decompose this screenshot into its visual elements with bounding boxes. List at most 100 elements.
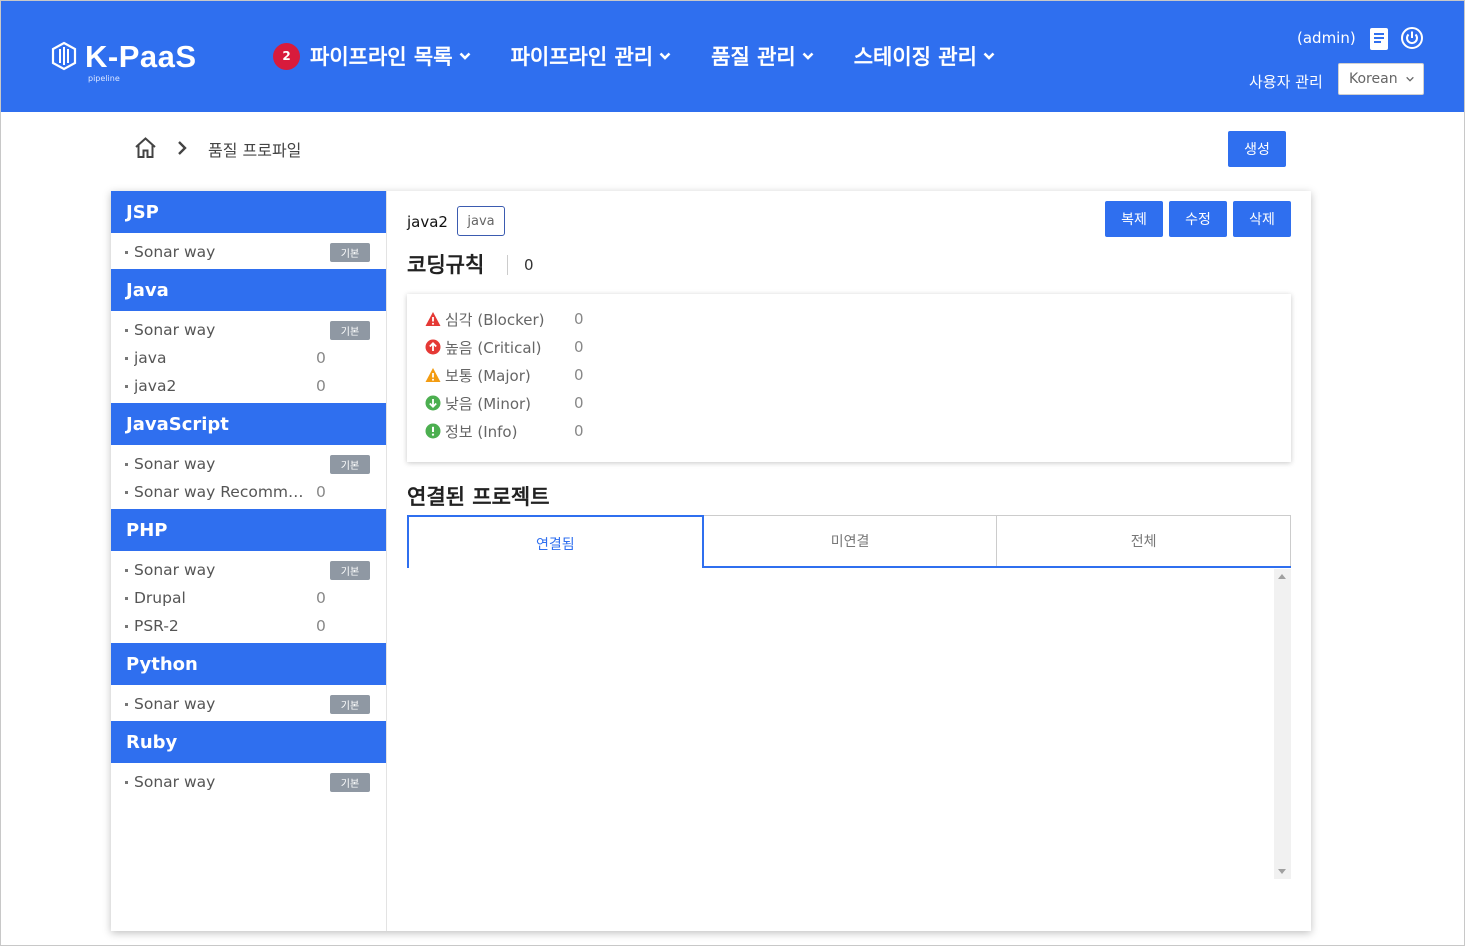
- severity-count[interactable]: 0: [574, 422, 584, 440]
- default-badge: 기본: [330, 773, 370, 792]
- main-nav: 2 파이프라인 목록 파이프라인 관리 품질 관리 스테이징 관리: [273, 41, 1035, 71]
- severity-label: 정보 (Info): [445, 422, 518, 441]
- profile-item[interactable]: Sonar way 기본: [111, 690, 386, 718]
- coding-rules-count[interactable]: 0: [524, 256, 534, 274]
- top-header: K-PaaS pipeline 2 파이프라인 목록 파이프라인 관리 품질 관…: [1, 1, 1464, 112]
- scroll-up-arrow-icon[interactable]: [1278, 574, 1286, 579]
- critical-icon: [425, 339, 441, 355]
- profile-item[interactable]: PSR-2 0: [111, 612, 386, 640]
- profile-item[interactable]: Sonar way 기본: [111, 238, 386, 266]
- logo-subtitle: pipeline: [88, 74, 120, 83]
- language-value: Korean: [1349, 71, 1398, 87]
- severity-label: 낮음 (Minor): [445, 394, 532, 413]
- profile-name: java: [134, 349, 167, 367]
- current-user[interactable]: (admin): [1297, 29, 1356, 47]
- severity-count[interactable]: 0: [574, 366, 584, 384]
- language-header-jsp: JSP: [111, 191, 386, 233]
- chevron-right-icon: [178, 141, 187, 155]
- chevron-down-icon: [802, 52, 814, 60]
- tab-unlinked[interactable]: 미연결: [703, 515, 998, 566]
- severity-label: 보통 (Major): [445, 366, 531, 385]
- chevron-down-icon: [459, 52, 470, 60]
- severity-summary: 심각 (Blocker) 0 높음 (Critical) 0 보통 (Major…: [407, 294, 1291, 462]
- bullet-icon: [125, 568, 128, 572]
- chevron-down-icon: [659, 52, 671, 60]
- home-icon[interactable]: [134, 136, 157, 159]
- language-header-php: PHP: [111, 509, 386, 551]
- default-badge: 기본: [330, 455, 370, 474]
- nav-label: 스테이징 관리: [853, 45, 977, 69]
- severity-row-info: 정보 (Info) 0: [425, 420, 584, 442]
- profile-item[interactable]: Sonar way 기본: [111, 556, 386, 584]
- profile-item[interactable]: Sonar way 기본: [111, 768, 386, 796]
- bullet-icon: [125, 702, 128, 706]
- bullet-icon: [125, 384, 128, 388]
- user-management-link[interactable]: 사용자 관리: [1249, 71, 1323, 92]
- tab-linked[interactable]: 연결됨: [407, 515, 704, 568]
- coding-rules-title: 코딩규칙: [407, 253, 485, 277]
- severity-label: 높음 (Critical): [445, 338, 542, 357]
- manual-book-icon[interactable]: [1369, 27, 1389, 51]
- delete-button[interactable]: 삭제: [1233, 201, 1291, 237]
- logo-text: K-PaaS: [85, 39, 197, 74]
- profile-item[interactable]: java2 0: [111, 372, 386, 400]
- scroll-down-arrow-icon[interactable]: [1278, 869, 1286, 874]
- major-icon: [425, 368, 441, 382]
- severity-count[interactable]: 0: [574, 338, 584, 356]
- project-list: [407, 569, 1291, 879]
- profile-count: 0: [316, 589, 326, 607]
- profile-title: java2: [407, 213, 448, 231]
- tab-all[interactable]: 전체: [997, 515, 1292, 566]
- nav-pipeline-manage[interactable]: 파이프라인 관리: [511, 41, 672, 71]
- copy-button[interactable]: 복제: [1105, 201, 1163, 237]
- logout-power-icon[interactable]: [1400, 26, 1424, 50]
- logo[interactable]: K-PaaS pipeline: [51, 39, 197, 83]
- nav-pipeline-list[interactable]: 2 파이프라인 목록: [273, 41, 471, 71]
- language-header-python: Python: [111, 643, 386, 685]
- nav-quality-manage[interactable]: 품질 관리: [711, 41, 814, 71]
- profile-list: Sonar way 기본 Sonar way Recommended 0: [111, 445, 386, 509]
- profile-name: Drupal: [134, 589, 186, 607]
- bullet-icon: [125, 624, 128, 628]
- chevron-down-icon: [983, 52, 995, 60]
- severity-count[interactable]: 0: [574, 310, 584, 328]
- edit-button[interactable]: 수정: [1169, 201, 1227, 237]
- language-sidebar: JSP Sonar way 기본 Java Sonar way 기본 java 0 j…: [111, 191, 387, 931]
- nav-label: 파이프라인 목록: [310, 45, 453, 69]
- project-tabs: 연결됨 미연결 전체: [407, 515, 1292, 568]
- profile-count: 0: [316, 377, 326, 395]
- default-badge: 기본: [330, 243, 370, 262]
- profile-list: Sonar way 기본: [111, 233, 386, 269]
- language-header-javascript: JavaScript: [111, 403, 386, 445]
- minor-icon: [425, 395, 441, 411]
- bullet-icon: [125, 462, 128, 466]
- language-header-ruby: Ruby: [111, 721, 386, 763]
- severity-count[interactable]: 0: [574, 394, 584, 412]
- nav-staging-manage[interactable]: 스테이징 관리: [854, 41, 995, 71]
- profile-item[interactable]: Drupal 0: [111, 584, 386, 612]
- create-button[interactable]: 생성: [1228, 131, 1286, 167]
- profile-item[interactable]: java 0: [111, 344, 386, 372]
- profile-item[interactable]: Sonar way 기본: [111, 316, 386, 344]
- profile-item[interactable]: Sonar way Recommended 0: [111, 478, 386, 506]
- bullet-icon: [125, 328, 128, 332]
- profile-name: Sonar way: [134, 321, 216, 339]
- nav-label: 파이프라인 관리: [510, 45, 654, 69]
- breadcrumb-current: 품질 프로파일: [208, 141, 302, 160]
- blocker-icon: [425, 312, 441, 326]
- severity-row-critical: 높음 (Critical) 0: [425, 336, 584, 358]
- profile-item[interactable]: Sonar way 기본: [111, 450, 386, 478]
- profile-list: Sonar way 기본 Drupal 0 PSR-2 0: [111, 551, 386, 643]
- profile-detail: java2 java 복제 수정 삭제 코딩규칙 0 심각 (Blocker) …: [407, 191, 1292, 931]
- language-tag: java: [457, 206, 505, 236]
- vertical-scrollbar[interactable]: [1274, 569, 1291, 879]
- linked-projects-title: 연결된 프로젝트: [407, 485, 550, 509]
- bullet-icon: [125, 780, 128, 784]
- profile-name: java2: [134, 377, 177, 395]
- language-select[interactable]: Korean: [1338, 63, 1424, 95]
- severity-row-major: 보통 (Major) 0: [425, 364, 584, 386]
- info-icon: [425, 423, 441, 439]
- severity-row-blocker: 심각 (Blocker) 0: [425, 308, 584, 330]
- profile-name: Sonar way: [134, 561, 216, 579]
- profile-list: Sonar way 기본: [111, 685, 386, 721]
